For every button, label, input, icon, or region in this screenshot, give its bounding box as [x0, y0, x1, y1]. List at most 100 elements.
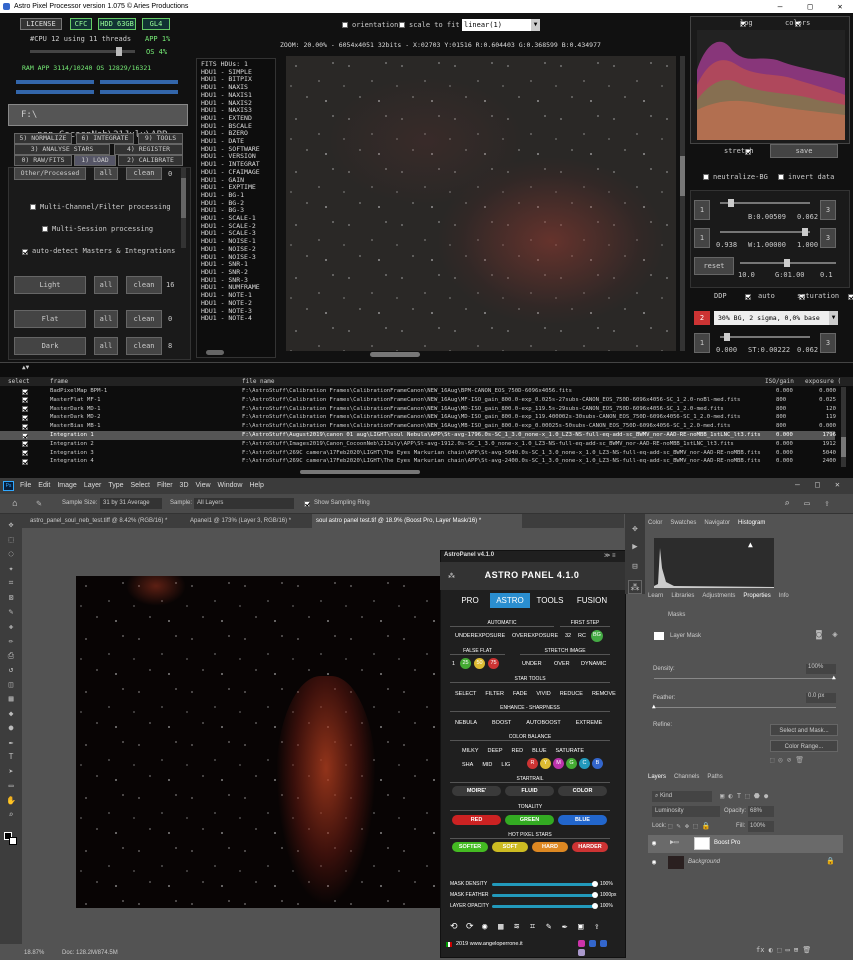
overexposure-button[interactable]: OVEREXPOSURE [512, 633, 558, 639]
hdu-entry[interactable]: HDU1 - SIMPLE [201, 69, 275, 77]
vector-mask-icon[interactable]: ◈ [828, 628, 842, 642]
astro-mid-button[interactable]: MID [482, 762, 492, 768]
hdu-entry[interactable]: HDU1 - NAXIS [201, 84, 275, 92]
color-range-button[interactable]: Color Range... [770, 740, 838, 752]
column-exposure[interactable]: exposure ( [805, 377, 841, 386]
panel-menu-icon[interactable]: ≫ ≡ [604, 552, 615, 559]
astro-color-button[interactable]: COLOR [558, 786, 607, 796]
autodetect-checkbox[interactable] [22, 249, 28, 255]
astro-nebula-button[interactable]: NEBULA [455, 720, 477, 726]
sample-size-select[interactable]: 31 by 31 Average [100, 498, 162, 509]
slider-handle[interactable] [592, 881, 598, 887]
panel-tab-properties[interactable]: Properties [743, 593, 770, 599]
select-checkbox[interactable] [22, 441, 28, 448]
grid-icon[interactable]: ▦ [498, 922, 503, 932]
astro-select-button[interactable]: SELECT [455, 691, 476, 697]
hdu-entry[interactable]: HDU1 - NAXIS1 [201, 92, 275, 100]
slider-handle[interactable] [592, 903, 598, 909]
levels-button-1b[interactable]: 1 [694, 228, 710, 248]
slider-handle[interactable] [592, 892, 598, 898]
astro-remove-button[interactable]: REMOVE [592, 691, 616, 697]
flat-clean-button[interactable]: clean [126, 310, 162, 328]
close-icon[interactable]: ✕ [828, 0, 852, 13]
select-checkbox[interactable] [22, 450, 28, 457]
panel-tab-paths[interactable]: Paths [707, 774, 722, 780]
ruler-icon[interactable]: ⊟ [628, 560, 642, 574]
hdu-entry[interactable]: HDU1 - SOFTWARE [201, 146, 275, 154]
workspace-icon[interactable]: ▭ [800, 497, 814, 511]
collapse-icon[interactable]: ▲▼ [22, 364, 29, 371]
social-icons[interactable] [578, 940, 618, 956]
hdu-entry[interactable]: HDU1 - BSCALE [201, 123, 275, 131]
image-viewer[interactable] [286, 56, 676, 351]
hdu-entry[interactable]: HDU1 - NOTE-1 [201, 292, 275, 300]
path-select-icon[interactable]: ➤ [4, 765, 18, 779]
table-scrollbar[interactable] [841, 387, 846, 467]
colorbalance-b-button[interactable]: B [592, 758, 603, 769]
layer-filter-select[interactable]: ⌕ Kind [652, 791, 712, 802]
pixel-mask-icon[interactable]: ◙ [812, 628, 826, 642]
menu-help[interactable]: Help [249, 482, 263, 489]
astro-blue-button[interactable]: BLUE [558, 815, 607, 825]
save-button[interactable]: save [770, 144, 838, 158]
layer-filter-icons[interactable]: ▣ ◐ T ⬚ ⬣ ● [720, 792, 830, 801]
close-icon[interactable]: ✕ [835, 480, 840, 489]
hdu-entry[interactable]: HDU1 - GAIN [201, 177, 275, 185]
hdu-entry[interactable]: HDU1 - BZERO [201, 130, 275, 138]
blur-icon[interactable]: ◆ [4, 707, 18, 721]
astro-slider[interactable] [492, 892, 598, 898]
column-iso-gain[interactable]: ISO/gain [765, 377, 794, 386]
astro-boost-button[interactable]: BOOST [492, 720, 511, 726]
hdu-entry[interactable]: HDU1 - NOTE-3 [201, 308, 275, 316]
column-frame[interactable]: frame [50, 377, 68, 386]
pen-icon[interactable]: ✒ [562, 922, 567, 932]
select-checkbox[interactable] [22, 397, 28, 404]
table-row[interactable]: Integration 2 F:\AstroStuff\Images2019\Ca… [0, 440, 836, 449]
select-checkbox[interactable] [22, 388, 28, 395]
doc-tab-2[interactable]: Apanel1 @ 173% (Layer 3, RGB/16) * [186, 514, 312, 528]
threads-slider-handle[interactable] [116, 47, 122, 56]
astropanel-icon[interactable]: ⁂ [628, 580, 642, 594]
opacity-input[interactable]: 68% [748, 806, 774, 817]
saturation-checkbox[interactable] [848, 294, 853, 300]
hdu-entry[interactable]: HDU1 - CFAIMAGE [201, 169, 275, 177]
astro-softer-button[interactable]: SOFTER [452, 842, 488, 852]
hdu-entry[interactable]: HDU1 - NUMFRAME [201, 284, 275, 292]
brush-icon[interactable]: ✎ [546, 922, 551, 932]
column-select[interactable]: select [8, 377, 30, 386]
menu-view[interactable]: View [196, 482, 211, 489]
stretch-dynamic-button[interactable]: DYNAMIC [581, 661, 606, 667]
density-slider[interactable]: ▲ [654, 674, 836, 681]
panel-tab-navigator[interactable]: Navigator [704, 520, 730, 526]
feather-slider[interactable]: ▲ [652, 703, 836, 710]
menu-layer[interactable]: Layer [84, 482, 102, 489]
colorbalance-r-button[interactable]: R [527, 758, 538, 769]
hdu-entry[interactable]: HDU1 - NOTE-4 [201, 315, 275, 323]
astro-deep-button[interactable]: DEEP [488, 748, 503, 754]
density-input[interactable]: 100% [806, 664, 836, 674]
hdu-entry[interactable]: HDU1 - DATE [201, 138, 275, 146]
firststep-bg-button[interactable]: BG [591, 630, 603, 642]
hdu-entry[interactable]: HDU1 - SNR-2 [201, 269, 275, 277]
black-point-slider[interactable] [720, 199, 810, 207]
astro-soft-button[interactable]: SOFT [492, 842, 528, 852]
chevron-down-icon[interactable]: ▼ [531, 19, 540, 31]
underexposure-button[interactable]: UNDEREXPOSURE [455, 633, 505, 639]
eye-icon[interactable]: ◉ [652, 858, 656, 866]
table-row[interactable]: BadPixelMap BPM-1 F:\AstroStuff\Calibrati… [0, 387, 836, 396]
lock-icons[interactable]: ⬚ ✎ ✥ ⬚ 🔒 [668, 822, 723, 831]
ddp-preset-button[interactable]: 2 [694, 311, 710, 325]
astro-sha-button[interactable]: SHA [462, 762, 473, 768]
dark-button[interactable]: Dark [14, 337, 86, 355]
layers-actions[interactable]: fx ◐ ⬚ ▭ ⊞ 🗑 [756, 946, 846, 956]
flat-button[interactable]: Flat [14, 310, 86, 328]
background-color-swatch[interactable] [9, 837, 17, 845]
select-checkbox[interactable] [22, 406, 28, 413]
minimize-icon[interactable]: – [768, 0, 792, 13]
play-icon[interactable]: ▶ [628, 540, 642, 554]
menu-image[interactable]: Image [57, 482, 76, 489]
invert-data-checkbox[interactable] [778, 174, 784, 180]
falseflat-1-button[interactable]: 1 [452, 661, 455, 667]
hdu-entry[interactable]: HDU1 - NOISE-3 [201, 254, 275, 262]
fits-header-list[interactable]: FITS HDUs: 1 HDU1 - SIMPLE HDU1 - BITPIX HD… [196, 58, 276, 358]
